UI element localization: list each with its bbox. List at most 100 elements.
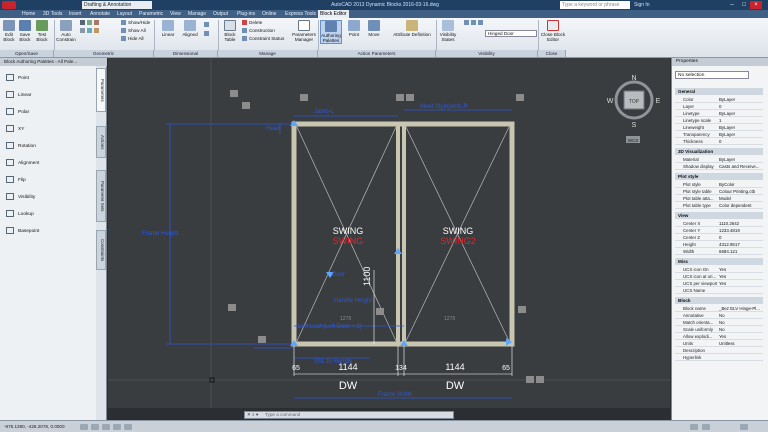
make-invisible-icon[interactable] bbox=[471, 20, 476, 25]
selection-dropdown[interactable]: No selection bbox=[675, 71, 749, 79]
property-value[interactable]: ByLayer bbox=[719, 96, 765, 103]
property-value[interactable]: ByLayer bbox=[719, 131, 765, 138]
command-close-icon[interactable]: ✕ ⌕ ▾ bbox=[247, 412, 258, 418]
property-value[interactable]: 6684.121 bbox=[719, 248, 765, 255]
tab-view[interactable]: View bbox=[168, 10, 183, 18]
parameter-icons[interactable] bbox=[228, 90, 544, 383]
property-value[interactable]: Model bbox=[719, 195, 765, 202]
hide-all-button[interactable]: Hide All bbox=[121, 36, 144, 42]
property-value[interactable]: No bbox=[719, 319, 765, 326]
property-row[interactable]: Scale uniformly No bbox=[675, 326, 763, 333]
property-row[interactable]: Width 6684.121 bbox=[675, 248, 763, 255]
property-row[interactable]: Block name _Bez ELV Hinge-Pl... bbox=[675, 305, 763, 312]
property-value[interactable]: _Bez ELV Hinge-Pl... bbox=[719, 305, 765, 312]
save-block-button[interactable]: Save Block bbox=[18, 20, 32, 42]
construction-button[interactable]: Construction bbox=[242, 28, 275, 34]
property-value[interactable]: 0 bbox=[719, 138, 765, 145]
fullscreen-icon[interactable] bbox=[740, 424, 748, 430]
property-row[interactable]: Color ByLayer bbox=[675, 96, 763, 103]
property-category[interactable]: General bbox=[675, 88, 763, 95]
make-visible-icon[interactable] bbox=[464, 20, 469, 25]
property-row[interactable]: Shadow display Casts and Receive... bbox=[675, 163, 763, 170]
parameter-grips[interactable] bbox=[290, 120, 512, 346]
property-value[interactable]: Casts and Receive... bbox=[719, 163, 765, 170]
edit-block-button[interactable]: Edit Block bbox=[2, 20, 16, 42]
minimize-icon[interactable]: – bbox=[726, 1, 738, 9]
tab-online[interactable]: Online bbox=[260, 10, 278, 18]
equal-constraint-icon[interactable] bbox=[94, 28, 99, 33]
annotation-scale-icon[interactable] bbox=[702, 424, 710, 430]
property-row[interactable]: Units Unitless bbox=[675, 340, 763, 347]
property-row[interactable]: Plot style table Colour Printing.ctb bbox=[675, 188, 763, 195]
tool-visibility[interactable]: Visibility bbox=[6, 193, 35, 201]
tool-rotation[interactable]: Rotation bbox=[6, 142, 36, 150]
property-row[interactable]: Layer 0 bbox=[675, 103, 763, 110]
property-category[interactable]: Plot style bbox=[675, 173, 763, 180]
tab-insert[interactable]: Insert bbox=[67, 10, 84, 18]
drawing-canvas[interactable]: Jamb-L Meet Stylejamb-R Head Frame Heigh… bbox=[108, 58, 670, 408]
property-category[interactable]: Block bbox=[675, 297, 763, 304]
sign-in-link[interactable]: Sign In bbox=[634, 1, 650, 9]
property-value[interactable]: 0 bbox=[719, 103, 765, 110]
tab-annotate[interactable]: Annotate bbox=[88, 10, 112, 18]
linear-dim-button[interactable]: Linear bbox=[158, 20, 178, 37]
dim-convert-button[interactable] bbox=[204, 22, 211, 28]
close-block-editor-button[interactable]: Close Block Editor bbox=[540, 20, 566, 42]
block-drawing[interactable]: Jamb-L Meet Stylejamb-R Head Frame Heigh… bbox=[108, 58, 670, 408]
property-row[interactable]: UCS Name bbox=[675, 287, 763, 294]
workspace-dropdown[interactable]: Drafting & Annotation bbox=[82, 1, 152, 9]
property-row[interactable]: Material ByLayer bbox=[675, 156, 763, 163]
property-row[interactable]: UCS per viewport Yes bbox=[675, 280, 763, 287]
maximize-icon[interactable]: □ bbox=[738, 1, 750, 9]
perpendicular-constraint-icon[interactable] bbox=[80, 28, 85, 33]
tab-plug-ins[interactable]: Plug-ins bbox=[235, 10, 257, 18]
property-value[interactable]: 1233.4819 bbox=[719, 227, 765, 234]
property-row[interactable]: Lineweight ByLayer bbox=[675, 124, 763, 131]
viewcube-west[interactable]: W bbox=[607, 98, 614, 105]
property-category[interactable]: View bbox=[675, 212, 763, 219]
property-row[interactable]: Height 4312.9517 bbox=[675, 241, 763, 248]
viewcube-top[interactable]: TOP bbox=[629, 99, 640, 105]
tab-3d-tools[interactable]: 3D Tools bbox=[41, 10, 64, 18]
property-value[interactable]: ByLayer bbox=[719, 156, 765, 163]
osnap-toggle-icon[interactable] bbox=[124, 424, 132, 430]
grid-toggle-icon[interactable] bbox=[91, 424, 99, 430]
vertical-constraint-icon[interactable] bbox=[87, 20, 92, 25]
property-value[interactable]: No bbox=[719, 326, 765, 333]
tangent-constraint-icon[interactable] bbox=[87, 28, 92, 33]
property-category[interactable]: 3D Visualization bbox=[675, 148, 763, 155]
point-param-button[interactable]: Point bbox=[346, 20, 362, 37]
command-input[interactable]: Type a command bbox=[265, 412, 300, 417]
tool-flip[interactable]: Flip bbox=[6, 176, 26, 184]
property-row[interactable]: Transparency ByLayer bbox=[675, 131, 763, 138]
workspace-switch-icon[interactable] bbox=[690, 424, 698, 430]
tool-alignment[interactable]: Alignment bbox=[6, 159, 39, 167]
tab-block-editor[interactable]: Block Editor bbox=[318, 10, 349, 18]
polar-toggle-icon[interactable] bbox=[113, 424, 121, 430]
authoring-palettes-button[interactable]: Authoring Palettes bbox=[320, 20, 342, 44]
tool-xy[interactable]: XY bbox=[6, 125, 24, 133]
property-value[interactable]: Color dependent bbox=[719, 202, 765, 209]
property-value[interactable]: ByLayer bbox=[719, 110, 765, 117]
tool-linear[interactable]: Linear bbox=[6, 91, 31, 99]
tab-parameter-sets[interactable]: Parameter Sets bbox=[96, 170, 106, 222]
property-value[interactable]: Yes bbox=[719, 333, 765, 340]
tab-express-tools[interactable]: Express Tools bbox=[283, 10, 318, 18]
property-value[interactable]: Yes bbox=[719, 280, 765, 287]
dim-display-button[interactable] bbox=[204, 31, 211, 37]
property-value[interactable]: Yes bbox=[719, 273, 765, 280]
property-value[interactable]: ByLayer bbox=[719, 124, 765, 131]
property-row[interactable]: Center Z 0 bbox=[675, 234, 763, 241]
command-line[interactable]: ✕ ⌕ ▾ Type a command bbox=[244, 411, 454, 419]
tab-layout[interactable]: Layout bbox=[115, 10, 134, 18]
tool-basepoint[interactable]: Basepoint bbox=[6, 227, 39, 235]
property-row[interactable]: Annotative No bbox=[675, 312, 763, 319]
property-row[interactable]: Linetype scale 1 bbox=[675, 117, 763, 124]
viewcube-east[interactable]: E bbox=[656, 98, 661, 105]
property-value[interactable]: 1110.2642 bbox=[719, 220, 765, 227]
show-hide-button[interactable]: Show/Hide bbox=[121, 20, 150, 26]
door-frame[interactable] bbox=[291, 121, 515, 347]
auto-constrain-button[interactable]: Auto Constrain bbox=[56, 20, 76, 42]
visibility-states-button[interactable]: Visibility States bbox=[438, 20, 458, 42]
ortho-toggle-icon[interactable] bbox=[102, 424, 110, 430]
